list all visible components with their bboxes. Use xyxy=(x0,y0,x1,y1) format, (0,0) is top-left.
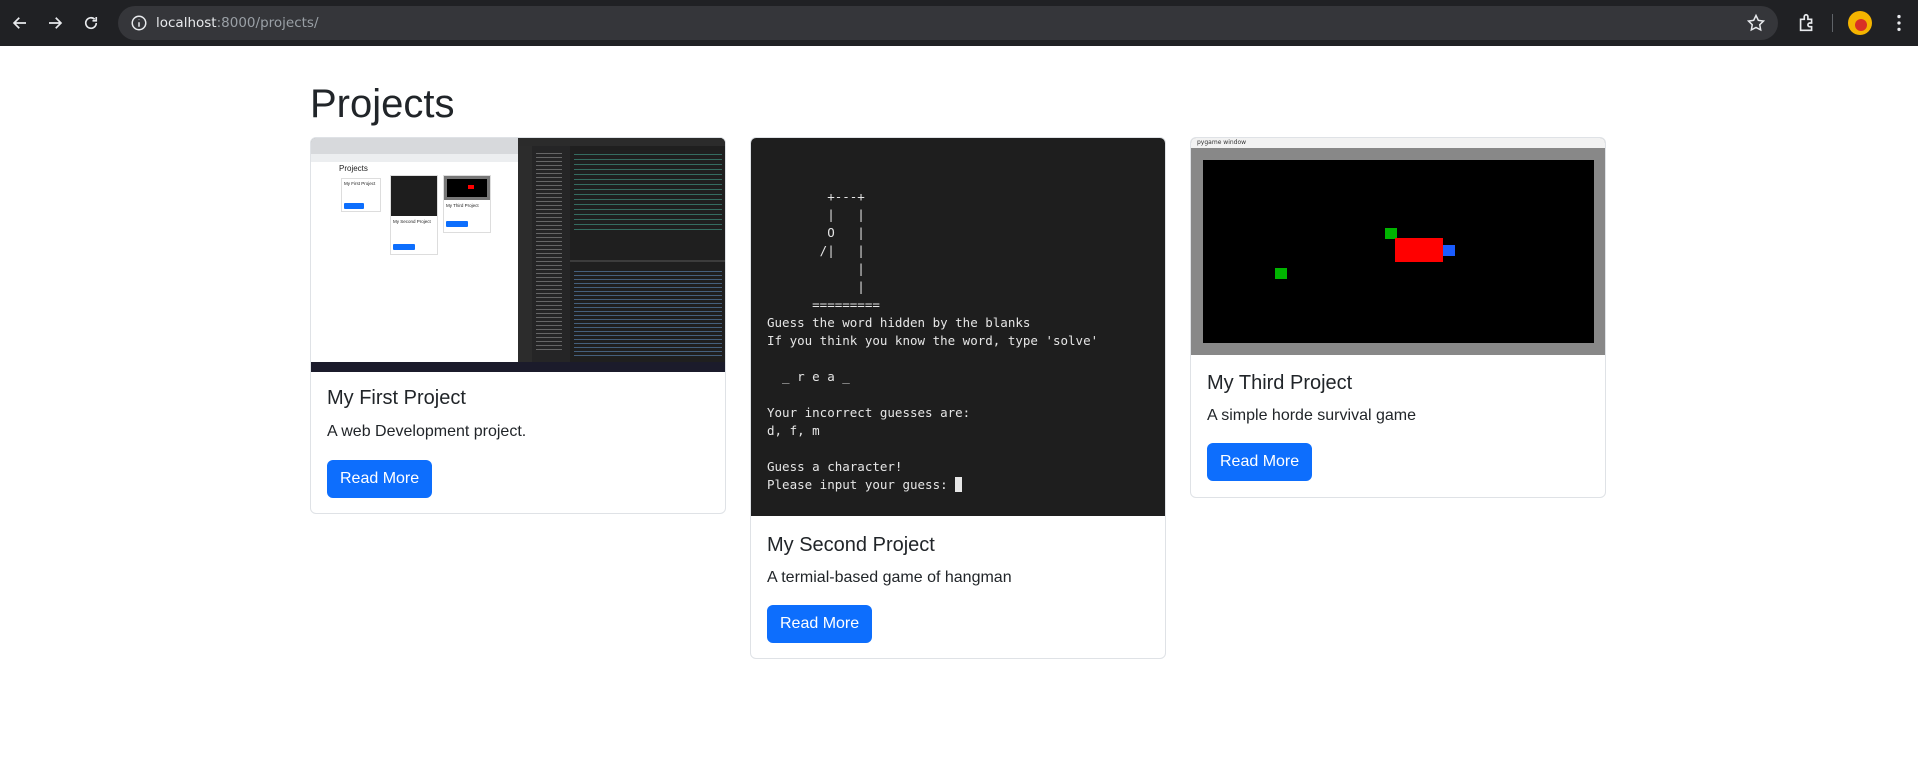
forward-arrow-icon[interactable] xyxy=(43,11,67,35)
terminal-line: | xyxy=(767,261,865,276)
address-bar[interactable]: localhost:8000/projects/ xyxy=(118,6,1778,40)
project-description: A termial-based game of hangman xyxy=(767,569,1012,586)
terminal-line: Guess a character! xyxy=(767,459,903,474)
hangman-terminal: +---+ | | O | /| | | | ========= Guess th… xyxy=(767,188,1149,494)
site-info-icon[interactable] xyxy=(130,14,148,32)
bookmark-star-icon[interactable] xyxy=(1746,13,1766,33)
terminal-line: O | xyxy=(767,225,865,240)
reload-icon[interactable] xyxy=(79,11,103,35)
kebab-menu-icon[interactable] xyxy=(1888,12,1910,34)
thumb-heading: Projects xyxy=(339,164,368,173)
project-title: My Second Project xyxy=(767,534,935,556)
player-sprite xyxy=(1395,238,1443,262)
back-arrow-icon[interactable] xyxy=(8,11,32,35)
terminal-line: _ r e a _ xyxy=(767,369,850,384)
profile-avatar[interactable] xyxy=(1848,11,1872,35)
terminal-line: Your incorrect guesses are: xyxy=(767,405,971,420)
project-title: My First Project xyxy=(327,387,466,409)
terminal-line: If you think you know the word, type 'so… xyxy=(767,333,1099,348)
page-title: Projects xyxy=(310,82,455,126)
project-1-image: Projects My First Project My Second Proj… xyxy=(311,138,725,372)
toolbar-divider xyxy=(1832,14,1833,32)
pygame-window-title: pygame window xyxy=(1191,138,1605,148)
game-canvas xyxy=(1203,160,1594,343)
project-card-1: Projects My First Project My Second Proj… xyxy=(310,137,726,514)
terminal-line: | xyxy=(767,279,865,294)
url-text[interactable]: localhost:8000/projects/ xyxy=(156,15,319,31)
project-card-2: +---+ | | O | /| | | | ========= Guess th… xyxy=(750,137,1166,659)
thumb-card-1: My First Project xyxy=(341,178,381,212)
thumb-code-editor xyxy=(518,138,725,372)
read-more-button[interactable]: Read More xyxy=(327,460,433,498)
project-description: A simple horde survival game xyxy=(1207,407,1416,424)
terminal-line: ========= xyxy=(767,297,880,312)
terminal-line: +---+ xyxy=(767,189,865,204)
read-more-button[interactable]: Read More xyxy=(1207,443,1313,481)
thumb-card-3: My Third Project xyxy=(443,175,491,233)
extensions-icon[interactable] xyxy=(1796,12,1818,34)
thumb-taskbar xyxy=(311,362,725,372)
read-more-button[interactable]: Read More xyxy=(767,605,873,643)
project-title: My Third Project xyxy=(1207,372,1353,394)
project-3-image: pygame window xyxy=(1191,138,1605,355)
enemy-sprite xyxy=(1275,268,1287,279)
terminal-line: d, f, m xyxy=(767,423,820,438)
terminal-line: Please input your guess: xyxy=(767,476,1149,494)
browser-toolbar: localhost:8000/projects/ xyxy=(0,0,1918,46)
thumb-card-2: My Second Project xyxy=(390,175,438,255)
terminal-line: /| | xyxy=(767,243,865,258)
project-description: A web Development project. xyxy=(327,423,527,440)
terminal-line: | | xyxy=(767,207,865,222)
terminal-cursor xyxy=(955,477,963,492)
project-card-3: pygame window My Third Project A simple … xyxy=(1190,137,1606,498)
project-2-image: +---+ | | O | /| | | | ========= Guess th… xyxy=(751,138,1165,516)
projectile-sprite xyxy=(1443,245,1455,256)
thumb-browser: Projects My First Project My Second Proj… xyxy=(311,138,518,372)
terminal-line: Guess the word hidden by the blanks xyxy=(767,315,1031,330)
